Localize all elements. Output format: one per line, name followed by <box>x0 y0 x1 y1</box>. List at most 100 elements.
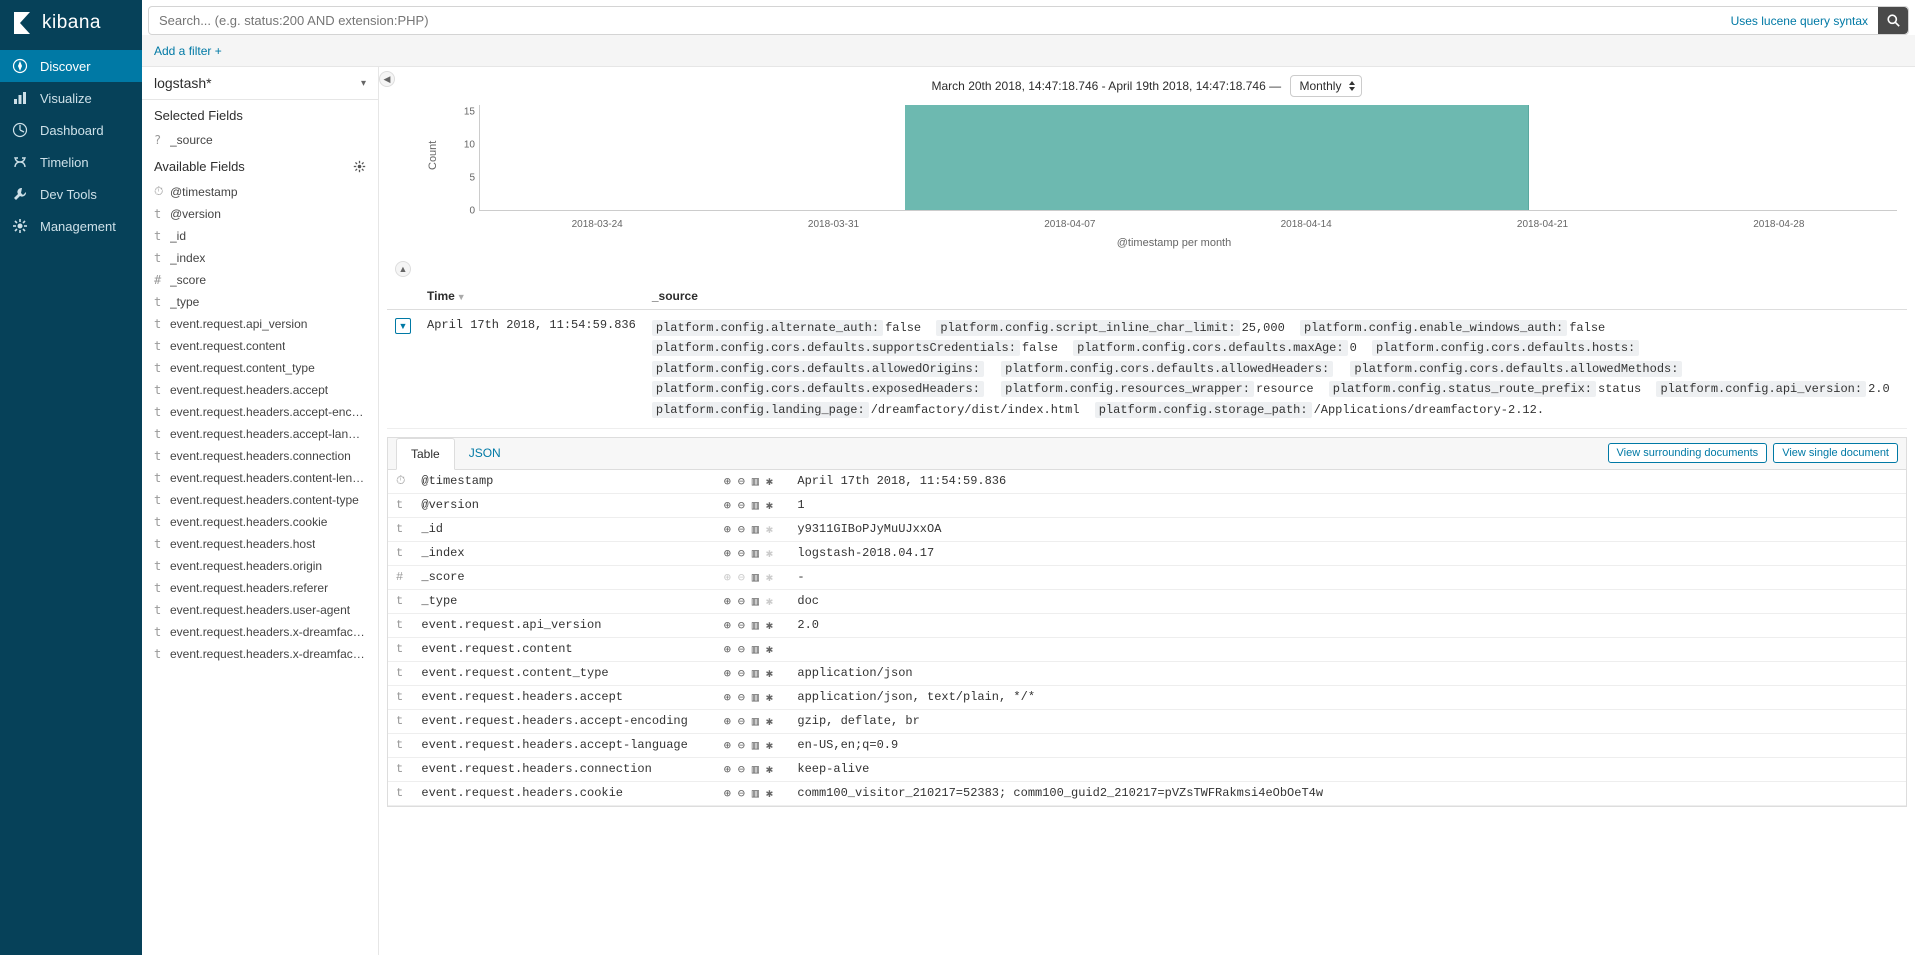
filter-out-icon[interactable]: ⊖ <box>735 714 749 729</box>
exists-filter-icon[interactable]: ✱ <box>763 666 777 681</box>
field-item[interactable]: tevent.request.content <box>142 335 378 357</box>
filter-for-icon[interactable]: ⊕ <box>721 642 735 657</box>
toggle-column-icon[interactable]: ▥ <box>749 546 763 561</box>
nav-item-dashboard[interactable]: Dashboard <box>0 114 142 146</box>
chart-bar[interactable] <box>905 105 1528 210</box>
filter-for-icon[interactable]: ⊕ <box>721 738 735 753</box>
filter-out-icon[interactable]: ⊖ <box>735 546 749 561</box>
exists-filter-icon[interactable]: ✱ <box>763 594 777 609</box>
field-item[interactable]: t@version <box>142 203 378 225</box>
filter-out-icon[interactable]: ⊖ <box>735 786 749 801</box>
tab-json[interactable]: JSON <box>455 438 515 468</box>
field-item[interactable]: tevent.request.headers.cookie <box>142 511 378 533</box>
field-item[interactable]: tevent.request.content_type <box>142 357 378 379</box>
toggle-column-icon[interactable]: ▥ <box>749 762 763 777</box>
exists-filter-icon[interactable]: ✱ <box>763 474 777 489</box>
exists-filter-icon[interactable]: ✱ <box>763 738 777 753</box>
toggle-column-icon[interactable]: ▥ <box>749 738 763 753</box>
toggle-column-icon[interactable]: ▥ <box>749 786 763 801</box>
view-surrounding-button[interactable]: View surrounding documents <box>1608 443 1768 463</box>
toggle-column-icon[interactable]: ▥ <box>749 594 763 609</box>
filter-for-icon[interactable]: ⊕ <box>721 618 735 633</box>
filter-for-icon[interactable]: ⊕ <box>721 786 735 801</box>
gear-icon[interactable] <box>353 160 366 173</box>
field-item[interactable]: tevent.request.headers.accept <box>142 379 378 401</box>
filter-for-icon[interactable]: ⊕ <box>721 594 735 609</box>
field-item[interactable]: t_index <box>142 247 378 269</box>
add-filter-link[interactable]: Add a filter + <box>154 44 222 58</box>
field-item[interactable]: t_type <box>142 291 378 313</box>
exists-filter-icon[interactable]: ✱ <box>763 618 777 633</box>
search-button[interactable] <box>1878 7 1908 34</box>
filter-out-icon[interactable]: ⊖ <box>735 474 749 489</box>
tab-table[interactable]: Table <box>396 438 455 470</box>
toggle-column-icon[interactable]: ▥ <box>749 522 763 537</box>
column-source[interactable]: _source <box>644 283 1907 310</box>
toggle-column-icon[interactable]: ▥ <box>749 618 763 633</box>
field-item[interactable]: tevent.request.headers.x-dreamfact... <box>142 643 378 665</box>
field-item[interactable]: tevent.request.headers.user-agent <box>142 599 378 621</box>
filter-out-icon[interactable]: ⊖ <box>735 594 749 609</box>
filter-out-icon[interactable]: ⊖ <box>735 498 749 513</box>
field-item[interactable]: t_id <box>142 225 378 247</box>
search-input[interactable] <box>149 7 1721 34</box>
filter-out-icon[interactable]: ⊖ <box>735 522 749 537</box>
filter-for-icon[interactable]: ⊕ <box>721 498 735 513</box>
filter-out-icon[interactable]: ⊖ <box>735 738 749 753</box>
filter-out-icon[interactable]: ⊖ <box>735 618 749 633</box>
field-item[interactable]: tevent.request.headers.referer <box>142 577 378 599</box>
view-single-button[interactable]: View single document <box>1773 443 1898 463</box>
field-item[interactable]: tevent.request.headers.accept-langu... <box>142 423 378 445</box>
exists-filter-icon[interactable]: ✱ <box>763 714 777 729</box>
field-item[interactable]: tevent.request.headers.connection <box>142 445 378 467</box>
exists-filter-icon[interactable]: ✱ <box>763 498 777 513</box>
filter-out-icon[interactable]: ⊖ <box>735 642 749 657</box>
nav-item-devtools[interactable]: Dev Tools <box>0 178 142 210</box>
filter-out-icon[interactable]: ⊖ <box>735 690 749 705</box>
field-item[interactable]: ?_source <box>142 129 378 151</box>
field-item[interactable]: tevent.request.headers.accept-enco... <box>142 401 378 423</box>
filter-out-icon[interactable]: ⊖ <box>735 666 749 681</box>
toggle-column-icon[interactable]: ▥ <box>749 642 763 657</box>
interval-select[interactable]: Monthly <box>1290 75 1362 97</box>
filter-for-icon[interactable]: ⊕ <box>721 666 735 681</box>
expand-doc-button[interactable]: ▼ <box>395 318 411 334</box>
field-item[interactable]: tevent.request.headers.content-type <box>142 489 378 511</box>
filter-for-icon[interactable]: ⊕ <box>721 762 735 777</box>
filter-for-icon[interactable]: ⊕ <box>721 570 735 585</box>
filter-for-icon[interactable]: ⊕ <box>721 546 735 561</box>
filter-for-icon[interactable]: ⊕ <box>721 522 735 537</box>
toggle-column-icon[interactable]: ▥ <box>749 474 763 489</box>
filter-for-icon[interactable]: ⊕ <box>721 690 735 705</box>
toggle-column-icon[interactable]: ▥ <box>749 714 763 729</box>
field-item[interactable]: #_score <box>142 269 378 291</box>
app-logo[interactable]: kibana <box>0 0 142 50</box>
toggle-column-icon[interactable]: ▥ <box>749 666 763 681</box>
exists-filter-icon[interactable]: ✱ <box>763 546 777 561</box>
filter-for-icon[interactable]: ⊕ <box>721 474 735 489</box>
nav-item-visualize[interactable]: Visualize <box>0 82 142 114</box>
column-time[interactable]: Time▼ <box>419 283 644 310</box>
field-item[interactable]: tevent.request.headers.content-length <box>142 467 378 489</box>
field-item[interactable]: tevent.request.api_version <box>142 313 378 335</box>
toggle-column-icon[interactable]: ▥ <box>749 690 763 705</box>
toggle-column-icon[interactable]: ▥ <box>749 498 763 513</box>
exists-filter-icon[interactable]: ✱ <box>763 762 777 777</box>
histogram-chart[interactable]: Count 051015 2018-03-242018-03-312018-04… <box>379 105 1915 253</box>
filter-out-icon[interactable]: ⊖ <box>735 762 749 777</box>
exists-filter-icon[interactable]: ✱ <box>763 522 777 537</box>
nav-item-management[interactable]: Management <box>0 210 142 242</box>
field-item[interactable]: tevent.request.headers.x-dreamfact... <box>142 621 378 643</box>
filter-for-icon[interactable]: ⊕ <box>721 714 735 729</box>
toggle-column-icon[interactable]: ▥ <box>749 570 763 585</box>
exists-filter-icon[interactable]: ✱ <box>763 690 777 705</box>
field-item[interactable]: tevent.request.headers.host <box>142 533 378 555</box>
field-item[interactable]: tevent.request.headers.origin <box>142 555 378 577</box>
field-item[interactable]: ⏱@timestamp <box>142 180 378 203</box>
nav-item-timelion[interactable]: Timelion <box>0 146 142 178</box>
scroll-up-button[interactable]: ▲ <box>395 261 411 277</box>
index-pattern-select[interactable]: logstash* ▾ <box>142 67 378 100</box>
nav-item-discover[interactable]: Discover <box>0 50 142 82</box>
lucene-syntax-link[interactable]: Uses lucene query syntax <box>1721 8 1878 34</box>
exists-filter-icon[interactable]: ✱ <box>763 642 777 657</box>
